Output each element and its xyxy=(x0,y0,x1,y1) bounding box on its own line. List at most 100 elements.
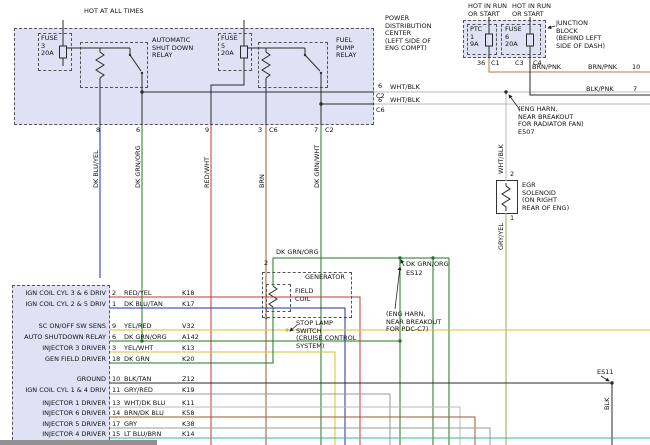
pcm-row-color: RED/YEL xyxy=(124,290,152,298)
dk-grn-org-label: DK GRN/ORG xyxy=(276,249,319,257)
generator-pin-2: 2 xyxy=(264,260,268,268)
asd-relay-label: AUTOMATIC SHUT DOWN RELAY xyxy=(152,37,193,60)
pdc-pin-9: 9 xyxy=(205,127,209,135)
junction-block-title: JUNCTION BLOCK (BEHIND LEFT SIDE OF DASH… xyxy=(556,20,605,50)
pcm-row-circuit: K18 xyxy=(182,290,195,298)
pcm-row-pin: 17 xyxy=(112,421,120,429)
egr-pin-1: 1 xyxy=(510,215,514,223)
pcm-row-circuit: K17 xyxy=(182,301,195,309)
vlabel-brn: BRN xyxy=(259,174,266,188)
fp-switch-contact xyxy=(305,55,320,71)
pcm-row-color: DK GRN xyxy=(124,356,150,364)
fuse-6-label: FUSE 6 20A xyxy=(505,26,522,49)
pcm-row-circuit: K58 xyxy=(182,410,195,418)
pcm-row-circuit: K13 xyxy=(182,345,195,353)
pdc-pin-3-conn: C6 xyxy=(269,127,278,135)
jb-conn-c1: C1 xyxy=(491,60,500,68)
pcm-row-pin: 6 xyxy=(112,334,116,342)
pcm-row-circuit: V32 xyxy=(182,323,195,331)
pcm-row-label: GEN FIELD DRIVER xyxy=(14,356,106,364)
fuse-3-element xyxy=(60,46,67,58)
pdc-title: POWER DISTRIBUTION CENTER (LEFT SIDE OF … xyxy=(385,15,432,53)
stop-lamp-switch-label: STOP LAMP SWITCH (CRUISE CONTROL SYSTEM) xyxy=(296,320,356,350)
vlabel-dk-grn-org: DK GRN/ORG xyxy=(135,145,142,188)
pcm-row-circuit: K38 xyxy=(182,421,195,429)
wiring-diagram-page: HOT AT ALL TIMES POWER DISTRIBUTION CENT… xyxy=(0,0,650,445)
pcm-row-circuit: K20 xyxy=(182,356,195,364)
ptc-1-label: PTC 1 9A xyxy=(470,26,482,49)
pcm-row-pin: 3 xyxy=(112,345,116,353)
hot-in-run-label-2: HOT IN RUN OR START xyxy=(512,3,551,18)
vlabel-dk-grn-wht: DK GRN/WHT xyxy=(314,145,321,188)
pcm-row-pin: 10 xyxy=(112,376,120,384)
pcm-row-circuit: A142 xyxy=(182,334,199,342)
pcm-row-color: BRN/DK BLU xyxy=(124,410,164,418)
pcm-row-color: GRY/RED xyxy=(124,387,153,395)
pcm-row-circuit: Z12 xyxy=(182,376,195,384)
hot-at-all-times-label: HOT AT ALL TIMES xyxy=(84,8,144,16)
generator-pin-1: 1 xyxy=(264,314,268,322)
pdc-pin-6: 6 xyxy=(136,127,140,135)
vlabel-wht-blk: WHT/BLK xyxy=(498,144,505,174)
pcm-row-pin: 15 xyxy=(112,431,120,439)
pcm-row-circuit: K19 xyxy=(182,387,195,395)
wire-brn-dk-blu-k58 xyxy=(110,417,475,445)
vlabel-dk-blu-yel: DK BLU/YEL xyxy=(93,150,100,188)
pcm-row-label: IGN COIL CYL 3 & 6 DRIV xyxy=(14,290,106,298)
pcm-row-label: INJECTOR 4 DRIVER xyxy=(14,431,106,439)
fuel-pump-relay-label: FUEL PUMP RELAY xyxy=(336,37,356,60)
pdc-pin-8: 8 xyxy=(96,127,100,135)
pcm-row-pin: 1 xyxy=(112,301,116,309)
egr-solenoid-label: EGR SOLENOID (ON RIGHT REAR OF ENG) xyxy=(522,182,569,212)
pcm-row-pin: 9 xyxy=(112,323,116,331)
egr-pin-2: 2 xyxy=(510,171,514,179)
blk-pnk-label: BLK/PNK xyxy=(586,86,614,94)
pcm-row-color: YEL/WHT xyxy=(124,345,153,353)
fuse-6-element xyxy=(527,34,534,46)
pcm-row-label: GROUND xyxy=(14,376,106,384)
pin-7: 7 xyxy=(633,86,637,94)
asd-relay-coil xyxy=(96,52,104,78)
pcm-row-color: BLK/TAN xyxy=(124,376,151,384)
pdc-c7-breakout-arrow xyxy=(395,267,400,309)
brn-pnk-label-2: BRN/PNK xyxy=(588,64,617,72)
es11-arrow xyxy=(601,376,609,381)
pcm-row-pin: 13 xyxy=(112,400,120,408)
bottom-edge-artifact xyxy=(0,440,157,445)
pcm-row-color: YEL/RED xyxy=(124,323,152,331)
jb-pin-36: 36 xyxy=(477,60,485,68)
hot-in-run-label-1: HOT IN RUN OR START xyxy=(468,3,507,18)
junction-block-arrow xyxy=(548,26,555,28)
pcm-row-color: DK GRN/ORG xyxy=(124,334,167,342)
pcm-row-color: DK BLU/TAN xyxy=(124,301,163,309)
pcm-row-label: INJECTOR 1 DRIVER xyxy=(14,400,106,408)
pcm-row-label: IGN COIL CYL 2 & 5 DRIV xyxy=(14,301,106,309)
fuse-5-label: FUSE 5 20A xyxy=(221,35,238,58)
es12-wire-label: DK GRN/ORG xyxy=(406,261,449,269)
egr-solenoid-coil xyxy=(502,183,510,211)
pcm-row-label: AUTO SHUTDOWN RELAY xyxy=(14,334,106,342)
pin-10: 10 xyxy=(632,64,640,72)
fuse-5-element xyxy=(241,46,248,58)
pdc-c7-breakout-label: (ENG HARN, NEAR BREAKOUT FOR PDC-C7) xyxy=(386,311,441,334)
wht-blk-label-2: WHT/BLK xyxy=(390,97,420,105)
vlabel-blk: BLK xyxy=(604,398,611,410)
jb-conn-c3: C3 xyxy=(515,60,524,68)
pcm-row-label: SC ON/OFF SW SENS xyxy=(14,323,106,331)
pcm-row-label: INJECTOR 6 DRIVER xyxy=(14,410,106,418)
pcm-row-pin: 11 xyxy=(112,387,120,395)
pcm-row-color: LT BLU/BRN xyxy=(124,431,161,439)
pcm-row-label: INJECTOR 3 DRIVER xyxy=(14,345,106,353)
pcm-row-label: INJECTOR 5 DRIVER xyxy=(14,421,106,429)
pcm-row-pin: 2 xyxy=(112,290,116,298)
e507-breakout-label: (ENG HARN, NEAR BREAKOUT FOR RADIATOR FA… xyxy=(518,106,584,136)
pdc-right-pin-2-conn: C6 xyxy=(376,107,385,115)
pcm-row-color: WHT/DK BLU xyxy=(124,400,165,408)
pcm-row-pin: 18 xyxy=(112,356,120,364)
pdc-right-pin-2: 6 xyxy=(378,97,382,105)
wht-blk-label-1: WHT/BLK xyxy=(390,84,420,92)
vlabel-gry-yel: GRY/YEL xyxy=(498,223,505,250)
fuse-3-label: FUSE 3 20A xyxy=(41,35,58,58)
pdc-right-pin-1: 6 xyxy=(378,83,382,91)
es12-name: ES12 xyxy=(406,270,423,278)
